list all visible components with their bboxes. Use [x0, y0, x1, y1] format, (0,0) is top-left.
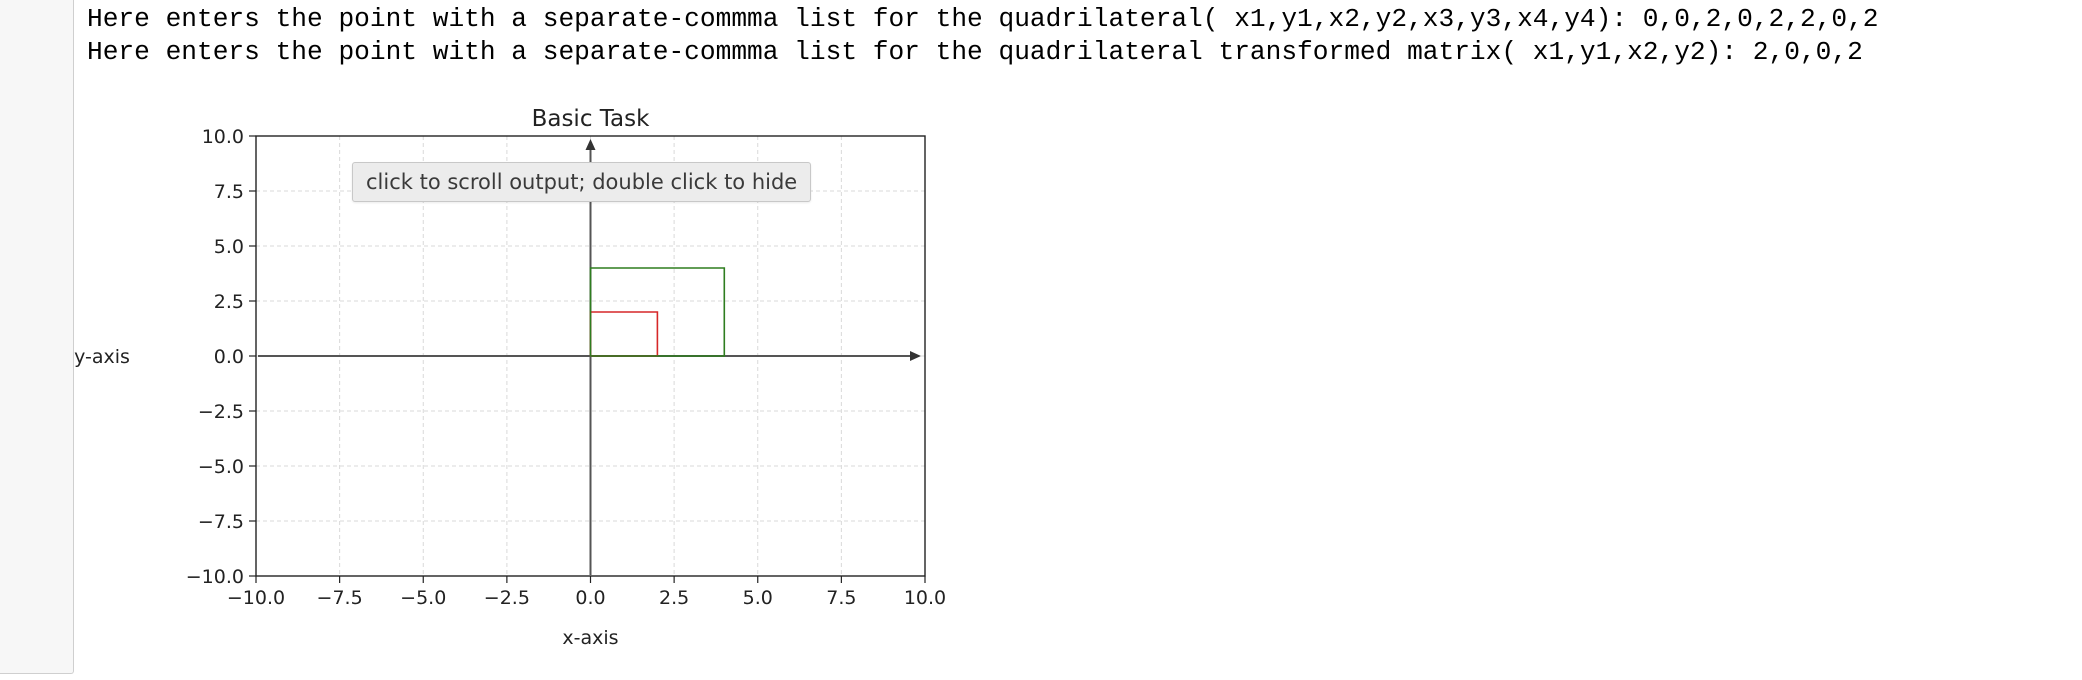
y-tick-label: −7.5 [198, 511, 244, 533]
x-tick-label: 0.0 [575, 587, 605, 609]
x-tick-label: −7.5 [317, 587, 363, 609]
plot-figure: −10.0 −7.5 −5.0 −2.5 0.0 2.5 5.0 7.5 10.0 −10.0 −7… [74, 90, 1074, 670]
chart-title: Basic Task [532, 106, 651, 132]
x-tick-label: 5.0 [743, 587, 773, 609]
x-axis-arrowhead [910, 351, 921, 361]
x-tick-label: −5.0 [400, 587, 446, 609]
y-axis-arrowhead [585, 139, 596, 150]
output-scroll-tooltip[interactable]: click to scroll output; double click to … [352, 162, 812, 202]
x-tick-label: −2.5 [484, 587, 530, 609]
y-tick-label: −5.0 [198, 456, 244, 478]
y-tick-label: 5.0 [214, 236, 244, 258]
quadrilateral-series-line [589, 311, 659, 357]
cell-prompt-gutter[interactable] [0, 0, 74, 674]
y-tick-label: 10.0 [202, 126, 244, 148]
y-axis-label: y-axis [74, 346, 130, 368]
x-tick-label: 2.5 [659, 587, 689, 609]
stdout-line: Here enters the point with a separate-co… [87, 4, 1879, 34]
cell-output-area[interactable]: Here enters the point with a separate-co… [74, 0, 2082, 680]
y-tick-label: −2.5 [198, 401, 244, 423]
y-tick-label: 7.5 [214, 181, 244, 203]
y-tick-label: −10.0 [186, 566, 244, 588]
x-tick-label: 7.5 [826, 587, 856, 609]
stdout-line: Here enters the point with a separate-co… [87, 37, 1863, 67]
x-axis-label: x-axis [562, 627, 618, 649]
stdout-text: Here enters the point with a separate-co… [87, 3, 1879, 69]
x-tick-label: −10.0 [227, 587, 285, 609]
y-tick-label: 0.0 [214, 346, 244, 368]
x-tick-label: 10.0 [904, 587, 946, 609]
y-tick-label: 2.5 [214, 291, 244, 313]
